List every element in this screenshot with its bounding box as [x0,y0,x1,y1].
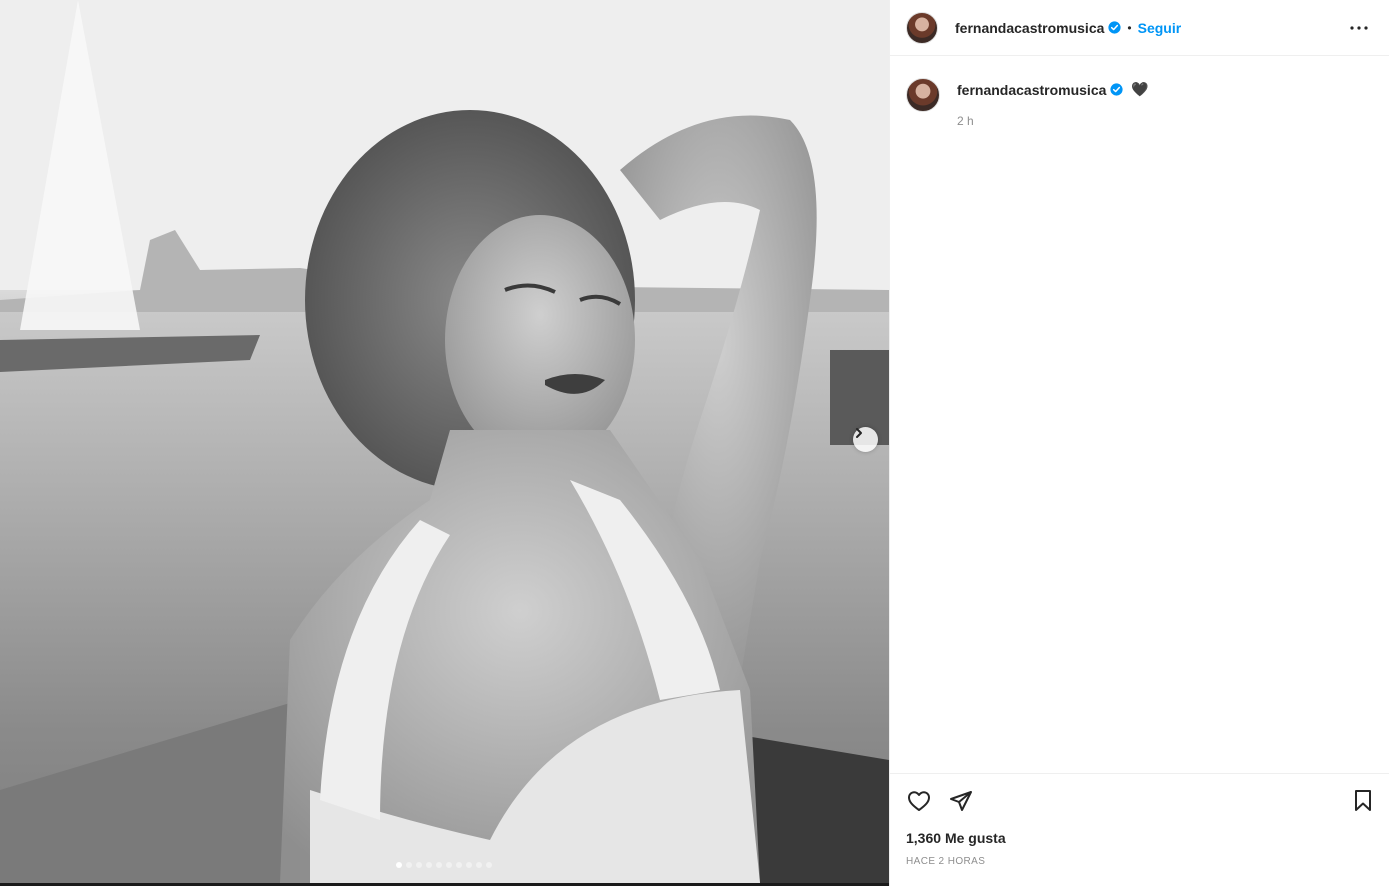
carousel-dot [396,862,402,868]
caption-username[interactable]: fernandacastromusica [957,82,1106,98]
carousel-dot [456,862,462,868]
verified-badge-icon [1110,83,1123,96]
carousel-dot [446,862,452,868]
share-button[interactable] [948,788,974,814]
caption-avatar[interactable] [906,78,940,112]
post-actions-area: 1,360 Me gusta Hace 2 horas [890,773,1389,886]
more-options-button[interactable] [1347,16,1371,40]
carousel-dot [406,862,412,868]
follow-button[interactable]: Seguir [1138,20,1182,36]
post-photo [0,0,889,883]
carousel-dot [416,862,422,868]
ellipsis-icon [1350,26,1368,30]
caption: fernandacastromusica 🖤 2 h [890,56,1389,128]
verified-badge-icon [1108,21,1121,34]
carousel-dot [466,862,472,868]
post-media[interactable] [0,0,889,883]
likes-count[interactable]: 1,360 Me gusta [906,830,1006,846]
carousel-dot [436,862,442,868]
likes-label: Me gusta [944,830,1006,846]
header-username[interactable]: fernandacastromusica [955,20,1104,36]
caption-text: 🖤 [1131,81,1149,97]
paper-plane-icon [950,791,972,811]
caption-body: fernandacastromusica 🖤 2 h [957,81,1149,128]
post-timestamp[interactable]: Hace 2 horas [906,856,985,867]
carousel-indicator [396,862,492,868]
carousel-dot [486,862,492,868]
action-bar [906,788,974,814]
chevron-right-icon [856,428,862,438]
post-header: fernandacastromusica • Seguir [890,0,1389,56]
carousel-next-button[interactable] [853,427,878,452]
like-button[interactable] [906,788,932,814]
caption-time[interactable]: 2 h [957,114,1149,128]
carousel-dot [476,862,482,868]
bookmark-icon [1355,790,1371,811]
carousel-dot [426,862,432,868]
avatar[interactable] [906,11,938,44]
heart-icon [908,791,930,811]
header-separator: • [1127,20,1132,35]
likes-number: 1,360 [906,830,942,846]
save-button[interactable] [1350,788,1376,814]
post-side-panel: fernandacastromusica • Seguir fernandaca… [889,0,1389,886]
